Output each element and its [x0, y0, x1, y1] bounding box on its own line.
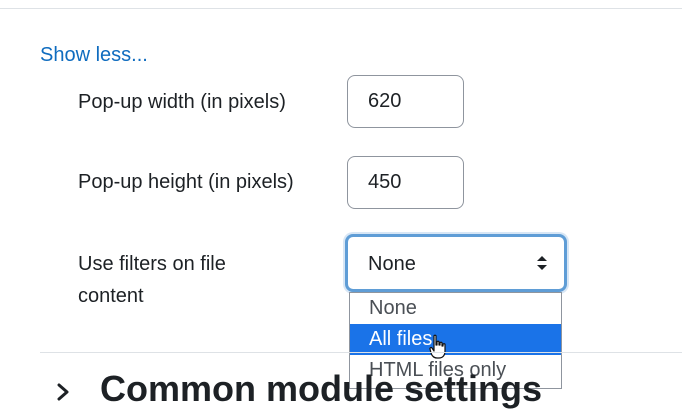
top-divider [0, 8, 682, 9]
filters-label-line1: Use filters on file [78, 253, 226, 275]
popup-height-input[interactable] [347, 156, 464, 209]
filters-label: Use filters on file content [78, 248, 226, 312]
show-less-link[interactable]: Show less... [40, 44, 148, 67]
filters-select-value: None [368, 253, 416, 275]
sort-arrows-icon [537, 256, 547, 270]
popup-width-input[interactable] [347, 75, 464, 128]
section-divider [40, 352, 682, 353]
dropdown-option-none[interactable]: None [350, 293, 561, 324]
dropdown-option-all-files[interactable]: All files [350, 324, 561, 355]
section-title-common-module-settings[interactable]: Common module settings [100, 368, 542, 410]
popup-height-label: Pop-up height (in pixels) [78, 171, 294, 193]
filters-select[interactable]: None [345, 234, 567, 292]
filters-label-line2: content [78, 285, 144, 307]
popup-width-label: Pop-up width (in pixels) [78, 91, 286, 113]
hand-cursor-icon [429, 334, 446, 359]
chevron-right-icon[interactable] [56, 383, 70, 401]
